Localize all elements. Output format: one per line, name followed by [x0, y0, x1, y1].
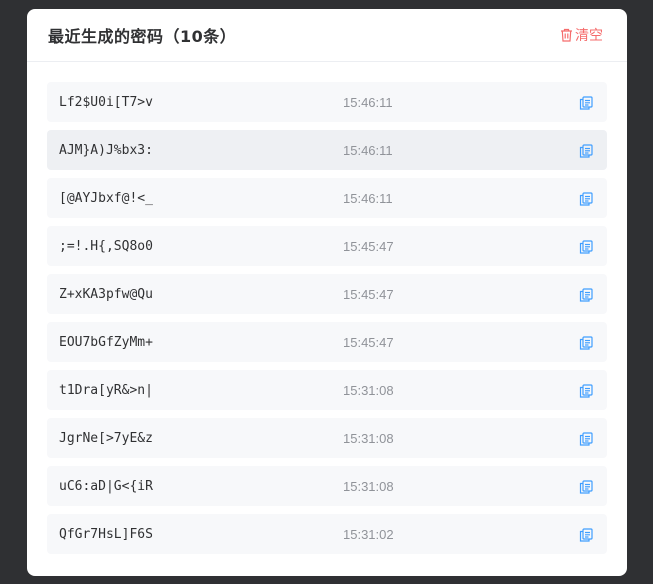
password-value: AJM}A)J%bx3: — [59, 142, 153, 158]
password-history-list: Lf2$U0i[T7>v 15:46:11 AJM}A)J%bx3: 15:46:11… — [27, 62, 627, 554]
password-history-panel: 最近生成的密码（10条） 清空 Lf2$U0i[T7>v 15:46:11 AJM}… — [27, 9, 627, 576]
copy-icon[interactable] — [579, 191, 593, 206]
copy-icon[interactable] — [579, 431, 593, 446]
generated-time: 15:45:47 — [343, 286, 394, 302]
clear-button[interactable]: 清空 — [560, 25, 603, 45]
password-history-row: EOU7bGfZyMm+ 15:45:47 — [47, 322, 607, 362]
password-value: [@AYJbxf@!<_ — [59, 190, 153, 206]
generated-time: 15:46:11 — [343, 94, 393, 110]
panel-header: 最近生成的密码（10条） 清空 — [27, 9, 627, 62]
copy-icon[interactable] — [579, 95, 593, 110]
generated-time: 15:31:08 — [343, 478, 394, 494]
copy-icon[interactable] — [579, 335, 593, 350]
password-value: Lf2$U0i[T7>v — [59, 94, 153, 110]
generated-time: 15:45:47 — [343, 238, 394, 254]
copy-icon[interactable] — [579, 383, 593, 398]
password-value: Z+xKA3pfw@Qu — [59, 286, 153, 302]
generated-time: 15:46:11 — [343, 190, 393, 206]
password-value: QfGr7HsL]F6S — [59, 526, 153, 542]
panel-title: 最近生成的密码（10条） — [48, 27, 237, 46]
copy-icon[interactable] — [579, 287, 593, 302]
password-value: EOU7bGfZyMm+ — [59, 334, 153, 350]
password-value: t1Dra[yR&>n| — [59, 382, 153, 398]
password-history-row: ;=!.H{,SQ8o0 15:45:47 — [47, 226, 607, 266]
generated-time: 15:31:08 — [343, 382, 394, 398]
copy-icon[interactable] — [579, 239, 593, 254]
password-history-row: JgrNe[>7yE&z 15:31:08 — [47, 418, 607, 458]
password-history-row: uC6:aD|G<{iR 15:31:08 — [47, 466, 607, 506]
password-history-row: Z+xKA3pfw@Qu 15:45:47 — [47, 274, 607, 314]
password-history-row: t1Dra[yR&>n| 15:31:08 — [47, 370, 607, 410]
password-history-row: AJM}A)J%bx3: 15:46:11 — [47, 130, 607, 170]
copy-icon[interactable] — [579, 143, 593, 158]
generated-time: 15:45:47 — [343, 334, 394, 350]
password-value: ;=!.H{,SQ8o0 — [59, 238, 153, 254]
generated-time: 15:46:11 — [343, 142, 393, 158]
generated-time: 15:31:02 — [343, 526, 394, 542]
generated-time: 15:31:08 — [343, 430, 394, 446]
clear-button-label: 清空 — [575, 28, 603, 44]
copy-icon[interactable] — [579, 527, 593, 542]
password-history-row: [@AYJbxf@!<_ 15:46:11 — [47, 178, 607, 218]
password-value: uC6:aD|G<{iR — [59, 478, 153, 494]
trash-icon — [560, 28, 573, 42]
copy-icon[interactable] — [579, 479, 593, 494]
password-history-row: QfGr7HsL]F6S 15:31:02 — [47, 514, 607, 554]
password-history-row: Lf2$U0i[T7>v 15:46:11 — [47, 82, 607, 122]
password-value: JgrNe[>7yE&z — [59, 430, 153, 446]
